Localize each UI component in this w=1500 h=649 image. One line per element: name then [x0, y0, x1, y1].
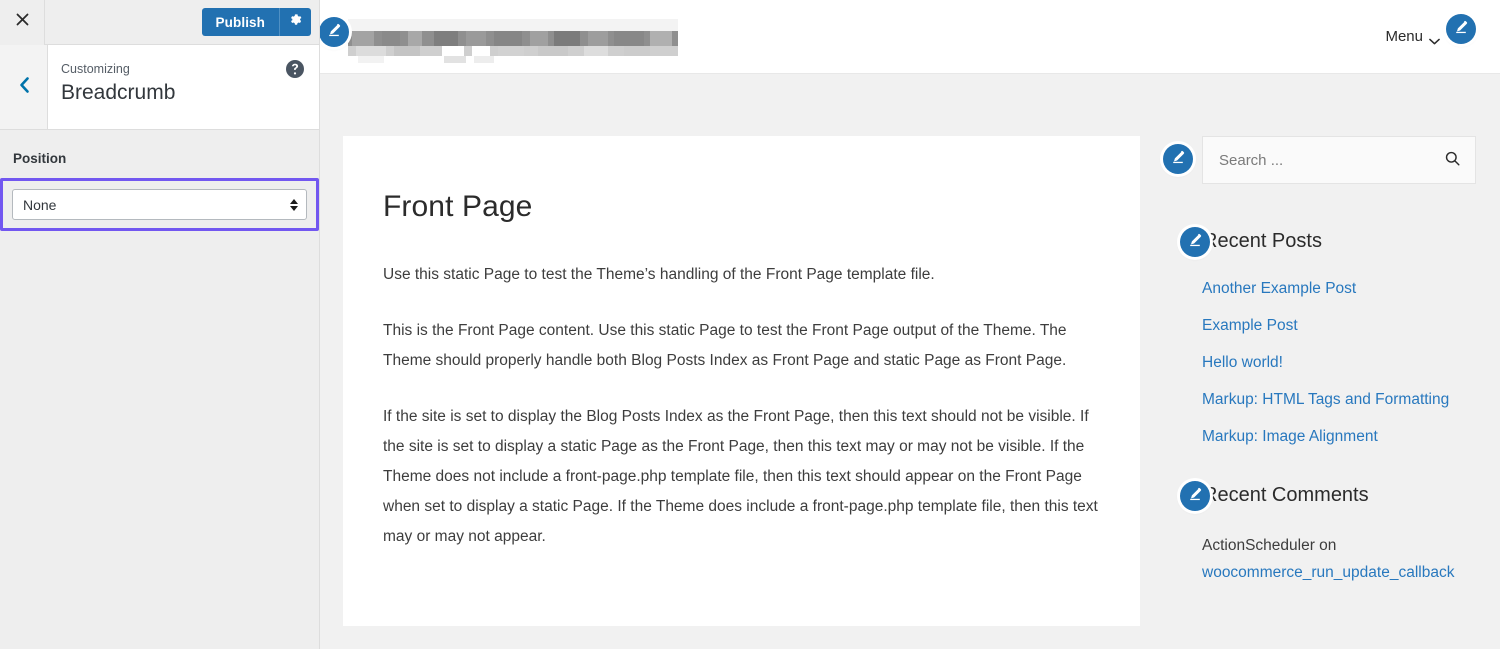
- comment-author: ActionScheduler on: [1202, 537, 1337, 554]
- recent-post-link[interactable]: Markup: HTML Tags and Formatting: [1202, 391, 1449, 408]
- publish-button-group: Publish: [201, 8, 311, 36]
- position-select[interactable]: None: [12, 189, 307, 220]
- customizing-eyebrow: Customizing: [61, 62, 130, 76]
- comment-post-link[interactable]: woocommerce_run_update_callback: [1202, 564, 1454, 581]
- recent-posts-widget: Recent Posts Another Example Post Exampl…: [1180, 227, 1476, 448]
- customizer-controls: Position None: [0, 130, 319, 231]
- publish-button[interactable]: Publish: [201, 8, 279, 36]
- site-menu-toggle[interactable]: Menu: [1385, 14, 1476, 45]
- select-stepper-icon: [290, 198, 298, 211]
- edit-shortcut-site-title[interactable]: [320, 17, 349, 47]
- edit-shortcut-menu[interactable]: [1446, 14, 1476, 44]
- edit-shortcut-search-widget[interactable]: [1163, 144, 1193, 174]
- menu-label: Menu: [1385, 28, 1423, 45]
- publish-settings-button[interactable]: [279, 8, 311, 36]
- position-select-value: None: [23, 196, 57, 213]
- pencil-edit-icon: [1187, 232, 1203, 253]
- close-customizer-button[interactable]: [0, 0, 45, 45]
- site-title-blurred: [348, 15, 678, 63]
- search-input[interactable]: [1219, 151, 1444, 169]
- edit-shortcut-recent-posts[interactable]: [1180, 227, 1210, 257]
- comment-item: ActionScheduler on woocommerce_run_updat…: [1202, 532, 1476, 586]
- list-item: Example Post: [1202, 315, 1476, 337]
- list-item: Markup: HTML Tags and Formatting: [1202, 389, 1476, 411]
- site-header: Menu: [320, 0, 1500, 74]
- recent-post-link[interactable]: Hello world!: [1202, 354, 1283, 371]
- pencil-edit-icon: [326, 22, 342, 43]
- help-button[interactable]: [285, 59, 305, 79]
- recent-posts-list: Another Example Post Example Post Hello …: [1202, 278, 1476, 448]
- front-page-article: Front Page Use this static Page to test …: [343, 136, 1140, 626]
- recent-post-link[interactable]: Another Example Post: [1202, 280, 1356, 297]
- gear-icon: [288, 12, 303, 32]
- list-item: Another Example Post: [1202, 278, 1476, 300]
- position-control-highlight: None: [0, 178, 319, 231]
- chevron-left-icon: [17, 75, 31, 100]
- search-widget: [1163, 136, 1476, 184]
- back-button[interactable]: [0, 45, 48, 129]
- chevron-down-icon: [1429, 33, 1440, 45]
- section-title-group: Customizing Breadcrumb: [48, 45, 319, 129]
- front-page-paragraph: This is the Front Page content. Use this…: [383, 322, 1067, 369]
- search-submit-button[interactable]: [1444, 150, 1461, 170]
- recent-comments-title: Recent Comments: [1203, 484, 1369, 506]
- customizer-section-header: Customizing Breadcrumb: [0, 45, 319, 130]
- help-circle-icon: [285, 60, 305, 83]
- pencil-edit-icon: [1187, 486, 1203, 507]
- front-page-heading: Front Page: [383, 190, 533, 223]
- customizer-topbar: Publish: [0, 0, 319, 45]
- site-preview: Menu Front Page Use this static Page to …: [320, 0, 1500, 649]
- front-page-paragraph: If the site is set to display the Blog P…: [383, 408, 1098, 545]
- edit-shortcut-recent-comments[interactable]: [1180, 481, 1210, 511]
- list-item: Hello world!: [1202, 352, 1476, 374]
- widget-sidebar: Recent Posts Another Example Post Exampl…: [1140, 136, 1476, 626]
- list-item: Markup: Image Alignment: [1202, 426, 1476, 448]
- pencil-edit-icon: [1453, 19, 1469, 40]
- preview-content-area: Front Page Use this static Page to test …: [320, 74, 1500, 626]
- customizer-sidebar: Publish Customizing Breadcrumb Position …: [0, 0, 320, 649]
- position-control-label: Position: [13, 151, 67, 166]
- pencil-edit-icon: [1170, 149, 1186, 170]
- recent-comments-widget: Recent Comments ActionScheduler on wooco…: [1180, 481, 1476, 586]
- recent-post-link[interactable]: Example Post: [1202, 317, 1298, 334]
- recent-posts-title: Recent Posts: [1203, 230, 1322, 252]
- search-icon: [1444, 150, 1461, 170]
- recent-post-link[interactable]: Markup: Image Alignment: [1202, 428, 1378, 445]
- close-icon: [15, 12, 30, 32]
- customizer-app: Publish Customizing Breadcrumb Position …: [0, 0, 1500, 649]
- front-page-paragraph: Use this static Page to test the Theme’s…: [383, 266, 935, 283]
- page-title: Breadcrumb: [61, 81, 176, 104]
